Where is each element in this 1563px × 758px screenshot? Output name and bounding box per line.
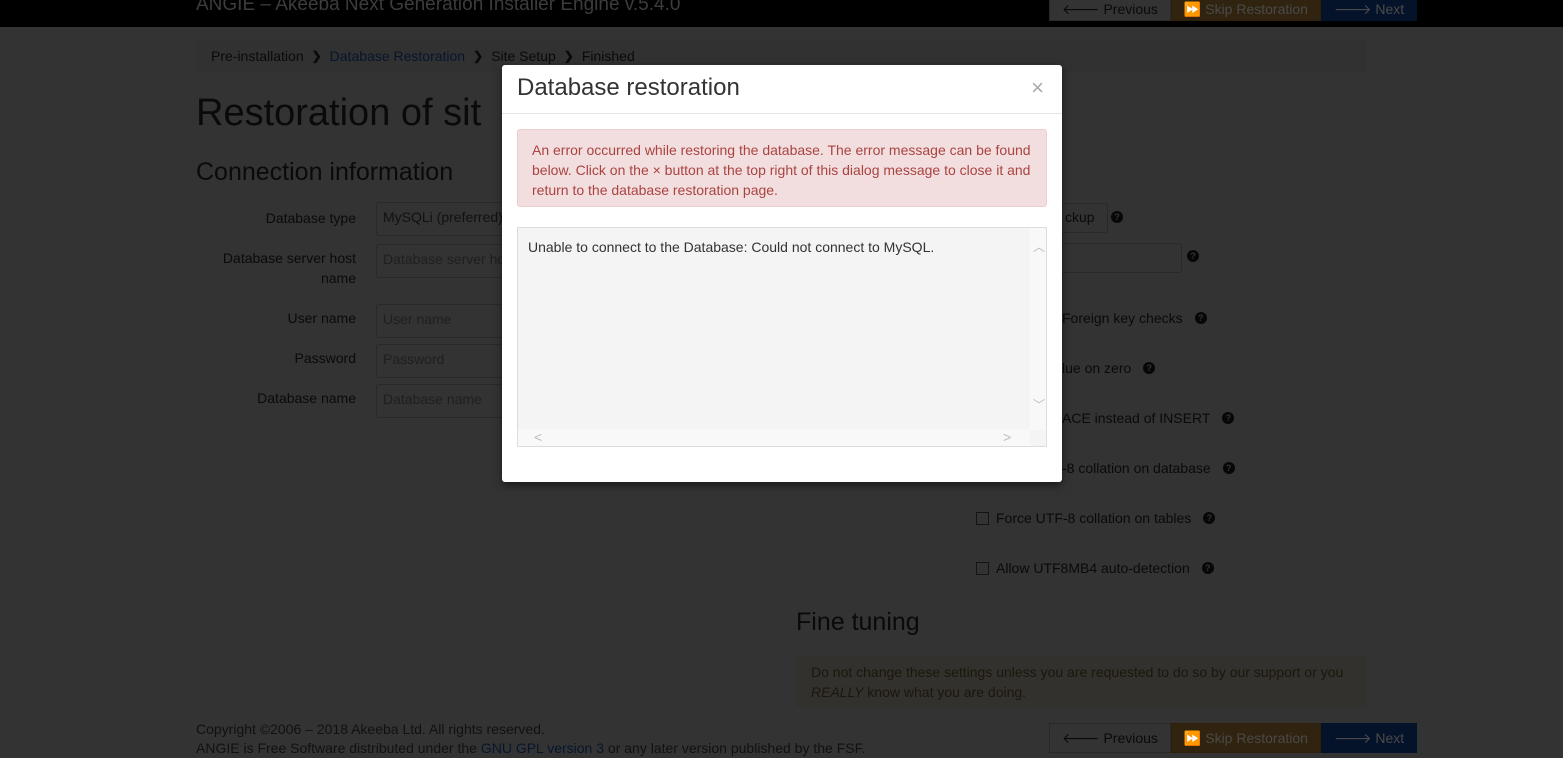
- top-toolbar: 🡐 Previous ⏩ Skip Restoration 🡒 Next: [1049, 0, 1418, 21]
- arrow-right-icon: 🡒: [1333, 0, 1376, 17]
- crumb-site-setup: Site Setup: [491, 48, 556, 64]
- option-replace[interactable]: ACE instead of INSERT?: [1062, 410, 1235, 426]
- db-host-label: Database server host name: [222, 250, 356, 286]
- gpl-link[interactable]: GNU GPL version 3: [481, 740, 604, 756]
- chevron-down-icon[interactable]: ﹀: [1033, 396, 1045, 413]
- arrow-left-icon: 🡐: [1062, 729, 1104, 746]
- help-icon: ?: [1143, 362, 1156, 374]
- option-foreign-keys[interactable]: Foreign key checks?: [1062, 310, 1207, 326]
- help-icon: ?: [1194, 312, 1207, 324]
- fast-forward-icon: ⏩: [1183, 0, 1206, 17]
- connection-heading: Connection information: [196, 158, 454, 186]
- option-utf8-db[interactable]: -8 collation on database?: [1062, 460, 1235, 476]
- arrow-right-icon: 🡒: [1333, 729, 1376, 746]
- vertical-scrollbar[interactable]: ︿ ﹀: [1030, 228, 1046, 430]
- chevron-right-icon[interactable]: >: [1003, 429, 1011, 445]
- option-utf8-tables[interactable]: Force UTF-8 collation on tables?: [976, 510, 1216, 526]
- modal-title: Database restoration: [517, 74, 740, 101]
- help-icon: ?: [1187, 250, 1199, 262]
- help-icon: ?: [1222, 462, 1235, 474]
- previous-button[interactable]: 🡐 Previous: [1049, 0, 1171, 21]
- arrow-left-icon: 🡐: [1062, 0, 1104, 17]
- chevron-right-icon: ❯: [563, 49, 574, 63]
- skip-restoration-button[interactable]: ⏩ Skip Restoration: [1170, 0, 1321, 21]
- app-title: ANGIE – Akeeba Next Generation Installer…: [196, 0, 681, 15]
- database-restoration-modal: Database restoration × An error occurred…: [502, 65, 1062, 482]
- footer: Copyright ©2006 – 2018 Akeeba Ltd. All r…: [196, 721, 866, 756]
- error-alert: An error occurred while restoring the da…: [517, 129, 1047, 207]
- chevron-up-icon[interactable]: ︿: [1033, 238, 1045, 255]
- modal-header: Database restoration: [502, 65, 1062, 114]
- help-icon: ?: [1222, 412, 1235, 424]
- horizontal-scrollbar[interactable]: < >: [518, 429, 1030, 446]
- crumb-database-restoration: Database Restoration: [329, 48, 466, 64]
- crumb-pre-installation: Pre-installation: [211, 48, 304, 64]
- checkbox[interactable]: [976, 561, 989, 575]
- help-icon: ?: [1201, 562, 1214, 574]
- db-name-label: Database name: [257, 390, 356, 406]
- page-title: Restoration of sit: [196, 92, 482, 134]
- previous-button-bottom[interactable]: 🡐 Previous: [1049, 723, 1171, 753]
- checkbox[interactable]: [976, 511, 989, 525]
- next-button-bottom[interactable]: 🡒 Next: [1320, 723, 1418, 753]
- fine-tuning-heading: Fine tuning: [796, 608, 920, 636]
- close-icon[interactable]: ×: [1031, 75, 1044, 101]
- chevron-right-icon: ❯: [473, 49, 484, 63]
- bottom-toolbar: 🡐 Previous ⏩ Skip Restoration 🡒 Next: [1049, 723, 1418, 753]
- fast-forward-icon: ⏩: [1183, 729, 1206, 746]
- option-utf8mb4[interactable]: Allow UTF8MB4 auto-detection?: [976, 560, 1214, 576]
- password-label: Password: [294, 350, 356, 366]
- error-output: Unable to connect to the Database: Could…: [517, 227, 1047, 447]
- skip-restoration-button-bottom[interactable]: ⏩ Skip Restoration: [1170, 723, 1321, 753]
- error-message: Unable to connect to the Database: Could…: [528, 239, 935, 255]
- help-icon: ?: [1203, 512, 1216, 524]
- user-name-label: User name: [287, 310, 356, 326]
- next-button[interactable]: 🡒 Next: [1320, 0, 1418, 21]
- crumb-finished: Finished: [581, 48, 635, 64]
- warning-box: Do not change these settings unless you …: [796, 655, 1366, 707]
- chevron-right-icon: ❯: [311, 49, 322, 63]
- db-type-label: Database type: [265, 210, 356, 226]
- help-icon: ?: [1111, 211, 1123, 223]
- option-zero-value[interactable]: lue on zero?: [1062, 360, 1156, 376]
- chevron-left-icon[interactable]: <: [534, 429, 542, 445]
